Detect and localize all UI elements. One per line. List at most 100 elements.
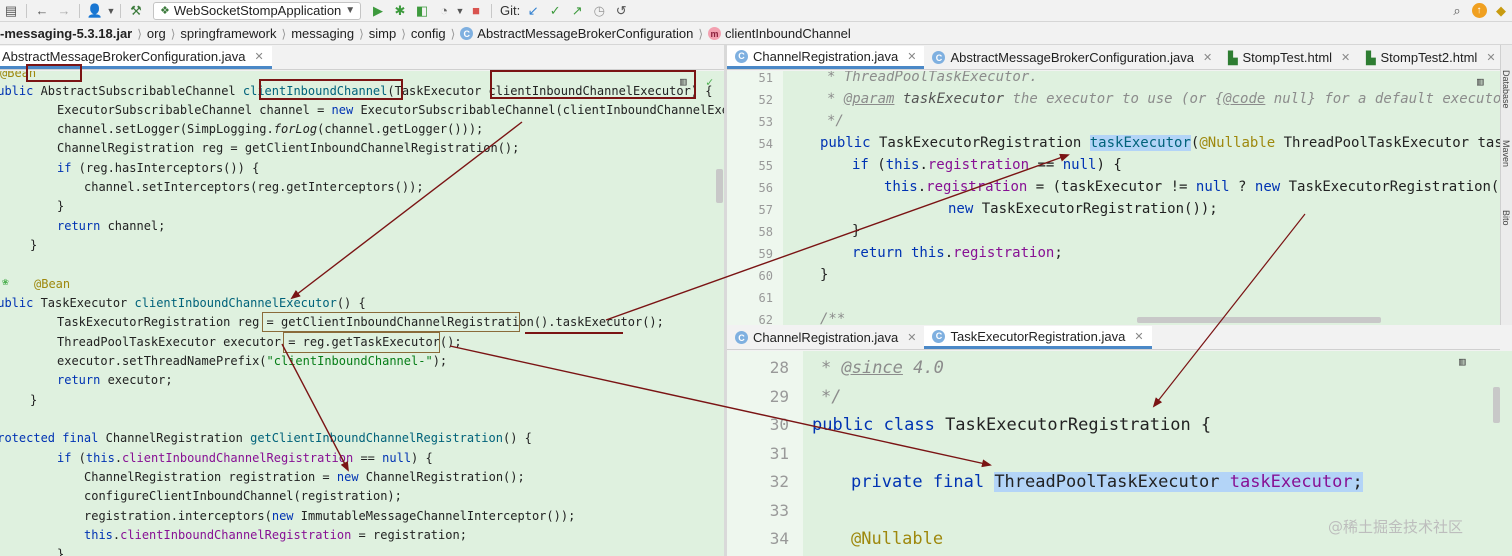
code-line: return executor;: [57, 373, 173, 387]
line-number: 60: [758, 269, 773, 283]
plugin-logo-icon[interactable]: ◆: [1490, 1, 1512, 21]
debug-bug-icon[interactable]: ✱: [389, 1, 411, 21]
code-line: }: [57, 547, 65, 556]
breadcrumb-item[interactable]: org: [147, 26, 166, 41]
run-configuration-label: WebSocketStompApplication: [173, 3, 342, 18]
code-line: }: [57, 199, 65, 213]
git-commit-icon[interactable]: ✓: [544, 1, 566, 21]
horizontal-scrollbar[interactable]: [1137, 317, 1381, 323]
tab-abstract-message-broker-configuration[interactable]: AbstractMessageBrokerConfiguration.java …: [0, 46, 272, 69]
coverage-icon[interactable]: ◧: [411, 1, 433, 21]
line-number-gutter: 51 52 53 54 55 56 57 58 59 60 61 62: [727, 71, 783, 325]
code-line: new TaskExecutorRegistration());: [948, 201, 1218, 217]
breadcrumb-method[interactable]: m clientInboundChannel: [708, 26, 851, 41]
breadcrumb-separator-icon: ⟩: [137, 26, 142, 41]
line-number: 53: [758, 115, 773, 129]
close-icon[interactable]: ✕: [1341, 51, 1350, 64]
tab-task-executor-registration[interactable]: C TaskExecutorRegistration.java ✕: [924, 326, 1152, 349]
run-icon[interactable]: ▶: [367, 1, 389, 21]
database-tool-tab[interactable]: Database: [1501, 70, 1511, 109]
tab-channel-registration[interactable]: C ChannelRegistration.java ✕: [727, 326, 924, 349]
code-line: channel.setLogger(SimpLogging.forLog(cha…: [57, 122, 484, 136]
maven-tool-tab[interactable]: Maven: [1501, 140, 1511, 167]
code-line: channel.setInterceptors(reg.getIntercept…: [84, 180, 424, 194]
tab-stomp-test2[interactable]: ▙ StompTest2.html ✕: [1358, 46, 1500, 69]
toolbar-right: ⌕ ↑ ◆: [1446, 1, 1512, 21]
search-icon[interactable]: ⌕: [1446, 1, 1468, 21]
close-icon[interactable]: ✕: [907, 50, 916, 63]
reader-mode-book-icon[interactable]: ▥: [1477, 75, 1484, 88]
tab-stomp-test[interactable]: ▙ StompTest.html ✕: [1220, 46, 1358, 69]
chevron-down-icon[interactable]: ▼: [106, 1, 116, 21]
line-number: 55: [758, 159, 773, 173]
right-bottom-scrollbar[interactable]: [1493, 387, 1500, 423]
tab-abstract-message-broker-configuration[interactable]: C AbstractMessageBrokerConfiguration.jav…: [924, 46, 1220, 69]
right-top-code-editor[interactable]: 51 52 53 54 55 56 57 58 59 60 61 62 * Th…: [727, 71, 1500, 325]
left-editor-scrollbar[interactable]: [716, 169, 723, 203]
html-file-icon: ▙: [1366, 50, 1376, 65]
left-code-area: @Bean public AbstractSubscribableChannel…: [0, 71, 724, 556]
code-line: @Nullable: [851, 529, 944, 549]
toolbar-separator: [120, 3, 121, 18]
line-number-gutter: 28 29 30 31 32 33 34: [727, 351, 803, 556]
code-line: */: [821, 387, 842, 407]
spring-bean-gutter-icon[interactable]: ❀: [2, 275, 9, 288]
forward-arrow-icon[interactable]: →: [53, 1, 75, 21]
code-line: protected final ChannelRegistration getC…: [0, 431, 532, 445]
close-icon[interactable]: ✕: [1134, 330, 1143, 343]
close-icon[interactable]: ✕: [1486, 51, 1495, 64]
structure-icon[interactable]: ▤: [0, 1, 22, 21]
chevron-down-icon[interactable]: ▼: [455, 1, 465, 21]
close-icon[interactable]: ✕: [255, 50, 264, 63]
tab-label: ChannelRegistration.java: [753, 48, 899, 64]
git-revert-icon[interactable]: ↺: [610, 1, 632, 21]
line-number: 31: [769, 444, 789, 463]
stop-icon[interactable]: ■: [465, 1, 487, 21]
reader-mode-book-icon[interactable]: ▥: [1459, 355, 1466, 368]
code-line: return channel;: [57, 219, 166, 233]
annotation-underline: [525, 332, 623, 334]
code-line: public AbstractSubscribableChannel clien…: [0, 84, 713, 98]
bito-tool-tab[interactable]: Bito: [1501, 210, 1511, 226]
code-line: return this.registration;: [852, 245, 1063, 261]
line-number: 62: [758, 313, 773, 325]
code-line: @Bean: [0, 71, 37, 80]
code-line: * ThreadPoolTaskExecutor.: [827, 71, 1038, 85]
build-hammer-icon[interactable]: ⚒: [125, 1, 147, 21]
tab-channel-registration[interactable]: C ChannelRegistration.java ✕: [727, 46, 925, 69]
breadcrumb-item[interactable]: config: [411, 26, 446, 41]
back-arrow-icon[interactable]: ←: [31, 1, 53, 21]
code-line: ChannelRegistration registration = new C…: [84, 470, 525, 484]
breadcrumb-separator-icon: ⟩: [698, 26, 704, 41]
html-file-icon: ▙: [1228, 50, 1238, 65]
breadcrumb-class-label: AbstractMessageBrokerConfiguration: [477, 26, 694, 41]
breadcrumb-class[interactable]: C AbstractMessageBrokerConfiguration: [460, 26, 693, 41]
code-line: if (reg.hasInterceptors()) {: [57, 161, 260, 175]
code-line: configureClientInboundChannel(registrati…: [84, 489, 402, 503]
left-editor-tabbar: AbstractMessageBrokerConfiguration.java …: [0, 46, 724, 70]
toolbar-separator: [79, 3, 80, 18]
profile-icon[interactable]: ◔: [433, 1, 455, 21]
git-history-icon[interactable]: ◷: [588, 1, 610, 21]
code-line: registration.interceptors(new ImmutableM…: [84, 509, 576, 523]
left-code-editor[interactable]: @Bean public AbstractSubscribableChannel…: [0, 71, 724, 556]
update-badge-icon[interactable]: ↑: [1468, 1, 1490, 21]
reader-mode-book-icon[interactable]: ▥: [680, 75, 687, 88]
breadcrumb-item[interactable]: springframework: [180, 26, 276, 41]
line-number: 34: [769, 529, 789, 548]
breadcrumb-item[interactable]: simp: [369, 26, 396, 41]
breadcrumb-jar[interactable]: -messaging-5.3.18.jar: [0, 26, 132, 41]
line-number: 57: [758, 203, 773, 217]
user-icon[interactable]: 👤: [84, 1, 106, 21]
line-number: 28: [769, 358, 789, 377]
git-push-icon[interactable]: ↗: [566, 1, 588, 21]
run-configuration-select[interactable]: ❖ WebSocketStompApplication ▼: [153, 1, 361, 20]
code-line: ThreadPoolTaskExecutor executor = reg.ge…: [57, 335, 462, 349]
close-icon[interactable]: ✕: [907, 331, 916, 344]
main-toolbar: ▤ ← → 👤 ▼ ⚒ ❖ WebSocketStompApplication …: [0, 0, 1512, 22]
git-update-icon[interactable]: ↙: [522, 1, 544, 21]
breadcrumb-item[interactable]: messaging: [291, 26, 354, 41]
code-line: }: [820, 267, 829, 283]
close-icon[interactable]: ✕: [1203, 51, 1212, 64]
method-icon: m: [708, 27, 722, 40]
